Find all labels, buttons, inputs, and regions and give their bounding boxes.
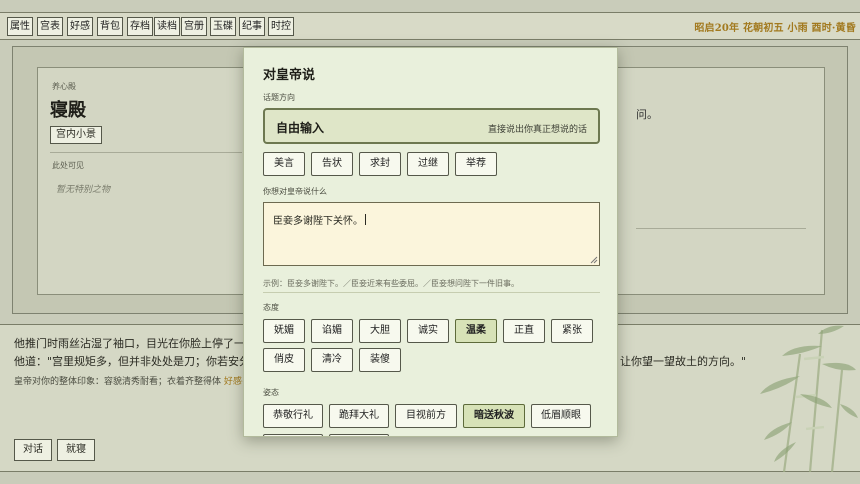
narration-line-2: 他道："宫里规矩多，但并非处处是刀；你若安分，: [14, 355, 262, 368]
attitude-chip[interactable]: 正直: [503, 319, 545, 343]
attitude-chip[interactable]: 俏皮: [263, 348, 305, 372]
posture-label: 姿态: [263, 388, 279, 397]
attitude-chip[interactable]: 大胆: [359, 319, 401, 343]
menu-jade-record-button[interactable]: 玉碟: [210, 17, 236, 36]
attitude-chip[interactable]: 妩媚: [263, 319, 305, 343]
emperor-impression: 皇帝对你的整体印象：容貌清秀耐看；衣着齐整得体 好感+2: [14, 374, 255, 387]
talk-button[interactable]: 对话: [14, 439, 52, 461]
attitude-chip[interactable]: 清冷: [311, 348, 353, 372]
menu-favor-button[interactable]: 好感: [67, 17, 93, 36]
topic-chip[interactable]: 举荐: [455, 152, 497, 176]
date-weather-status: 昭启20年 花朝初五 小雨 酉时·黄昏: [694, 23, 856, 34]
divider: [50, 152, 242, 153]
attitude-label: 态度: [263, 303, 279, 312]
speech-text: 臣妾多谢陛下关怀。: [273, 212, 366, 227]
talk-to-emperor-dialog: 对皇帝说 话题方向 自由输入 直接说出你真正想说的话 美言 告状 求封 过继 举…: [243, 47, 618, 437]
posture-chip-partial[interactable]: [329, 434, 389, 436]
speech-textarea[interactable]: 臣妾多谢陛下关怀。: [263, 202, 600, 266]
posture-chip[interactable]: 恭敬行礼: [263, 404, 323, 428]
topic-chip[interactable]: 美言: [263, 152, 305, 176]
location-name: 寝殿: [50, 100, 86, 121]
menu-save-button[interactable]: 存档: [127, 17, 153, 36]
menu-attributes-button[interactable]: 属性: [7, 17, 33, 36]
posture-chip-partial[interactable]: [263, 434, 323, 436]
divider: [636, 228, 806, 229]
topic-chip[interactable]: 告状: [311, 152, 353, 176]
attitude-chip[interactable]: 谄媚: [311, 319, 353, 343]
free-input-hint: 直接说出你真正想说的话: [487, 125, 587, 135]
divider: [263, 292, 600, 293]
menu-palace-book-button[interactable]: 宫册: [181, 17, 207, 36]
bamboo-decoration-icon: [760, 325, 858, 472]
attitude-chip[interactable]: 装傻: [359, 348, 401, 372]
free-input-title: 自由输入: [276, 121, 325, 135]
posture-chip[interactable]: 跪拜大礼: [329, 404, 389, 428]
text-caret: [365, 214, 366, 225]
scene-right-text: 问。: [636, 108, 658, 121]
topic-chip[interactable]: 过继: [407, 152, 449, 176]
menu-time-control-button[interactable]: 时控: [268, 17, 294, 36]
menu-palace-table-button[interactable]: 宫表: [37, 17, 63, 36]
posture-chip[interactable]: 低眉顺眼: [531, 404, 591, 428]
speech-label: 你想对皇帝说什么: [263, 187, 327, 196]
posture-chip[interactable]: 目视前方: [395, 404, 457, 428]
menu-chronicle-button[interactable]: 纪事: [239, 17, 265, 36]
location-label: 养心殿: [52, 82, 76, 91]
visible-items-label: 此处可见: [52, 161, 84, 170]
visible-items-empty: 暂无特别之物: [56, 185, 111, 195]
menu-load-button[interactable]: 读档: [154, 17, 180, 36]
narration-line-1: 他推门时雨丝沾湿了袖口，目光在你脸上停了一瞬，: [14, 337, 267, 350]
attitude-chip-selected[interactable]: 温柔: [455, 319, 497, 343]
sub-scene-button[interactable]: 宫内小景: [50, 126, 102, 144]
posture-chip-selected[interactable]: 暗送秋波: [463, 404, 525, 428]
topic-chip[interactable]: 求封: [359, 152, 401, 176]
impression-text: 皇帝对你的整体印象：容貌清秀耐看；衣着齐整得体: [14, 377, 222, 387]
attitude-chip[interactable]: 诚实: [407, 319, 449, 343]
dialog-title: 对皇帝说: [263, 68, 316, 83]
attitude-chip[interactable]: 紧张: [551, 319, 593, 343]
top-menu-bar: 属性 宫表 好感 背包 存档 读档 宫册 玉碟 纪事 时控 昭启20年 花朝初五…: [0, 12, 860, 40]
sleep-button[interactable]: 就寝: [57, 439, 95, 461]
topic-label: 话题方向: [263, 93, 295, 102]
speech-example: 示例：臣妾多谢陛下。／臣妾近来有些委屈。／臣妾想问陛下一件旧事。: [263, 279, 519, 288]
free-input-option[interactable]: 自由输入 直接说出你真正想说的话: [263, 108, 600, 144]
menu-bag-button[interactable]: 背包: [97, 17, 123, 36]
resize-grip-icon[interactable]: [590, 256, 598, 264]
